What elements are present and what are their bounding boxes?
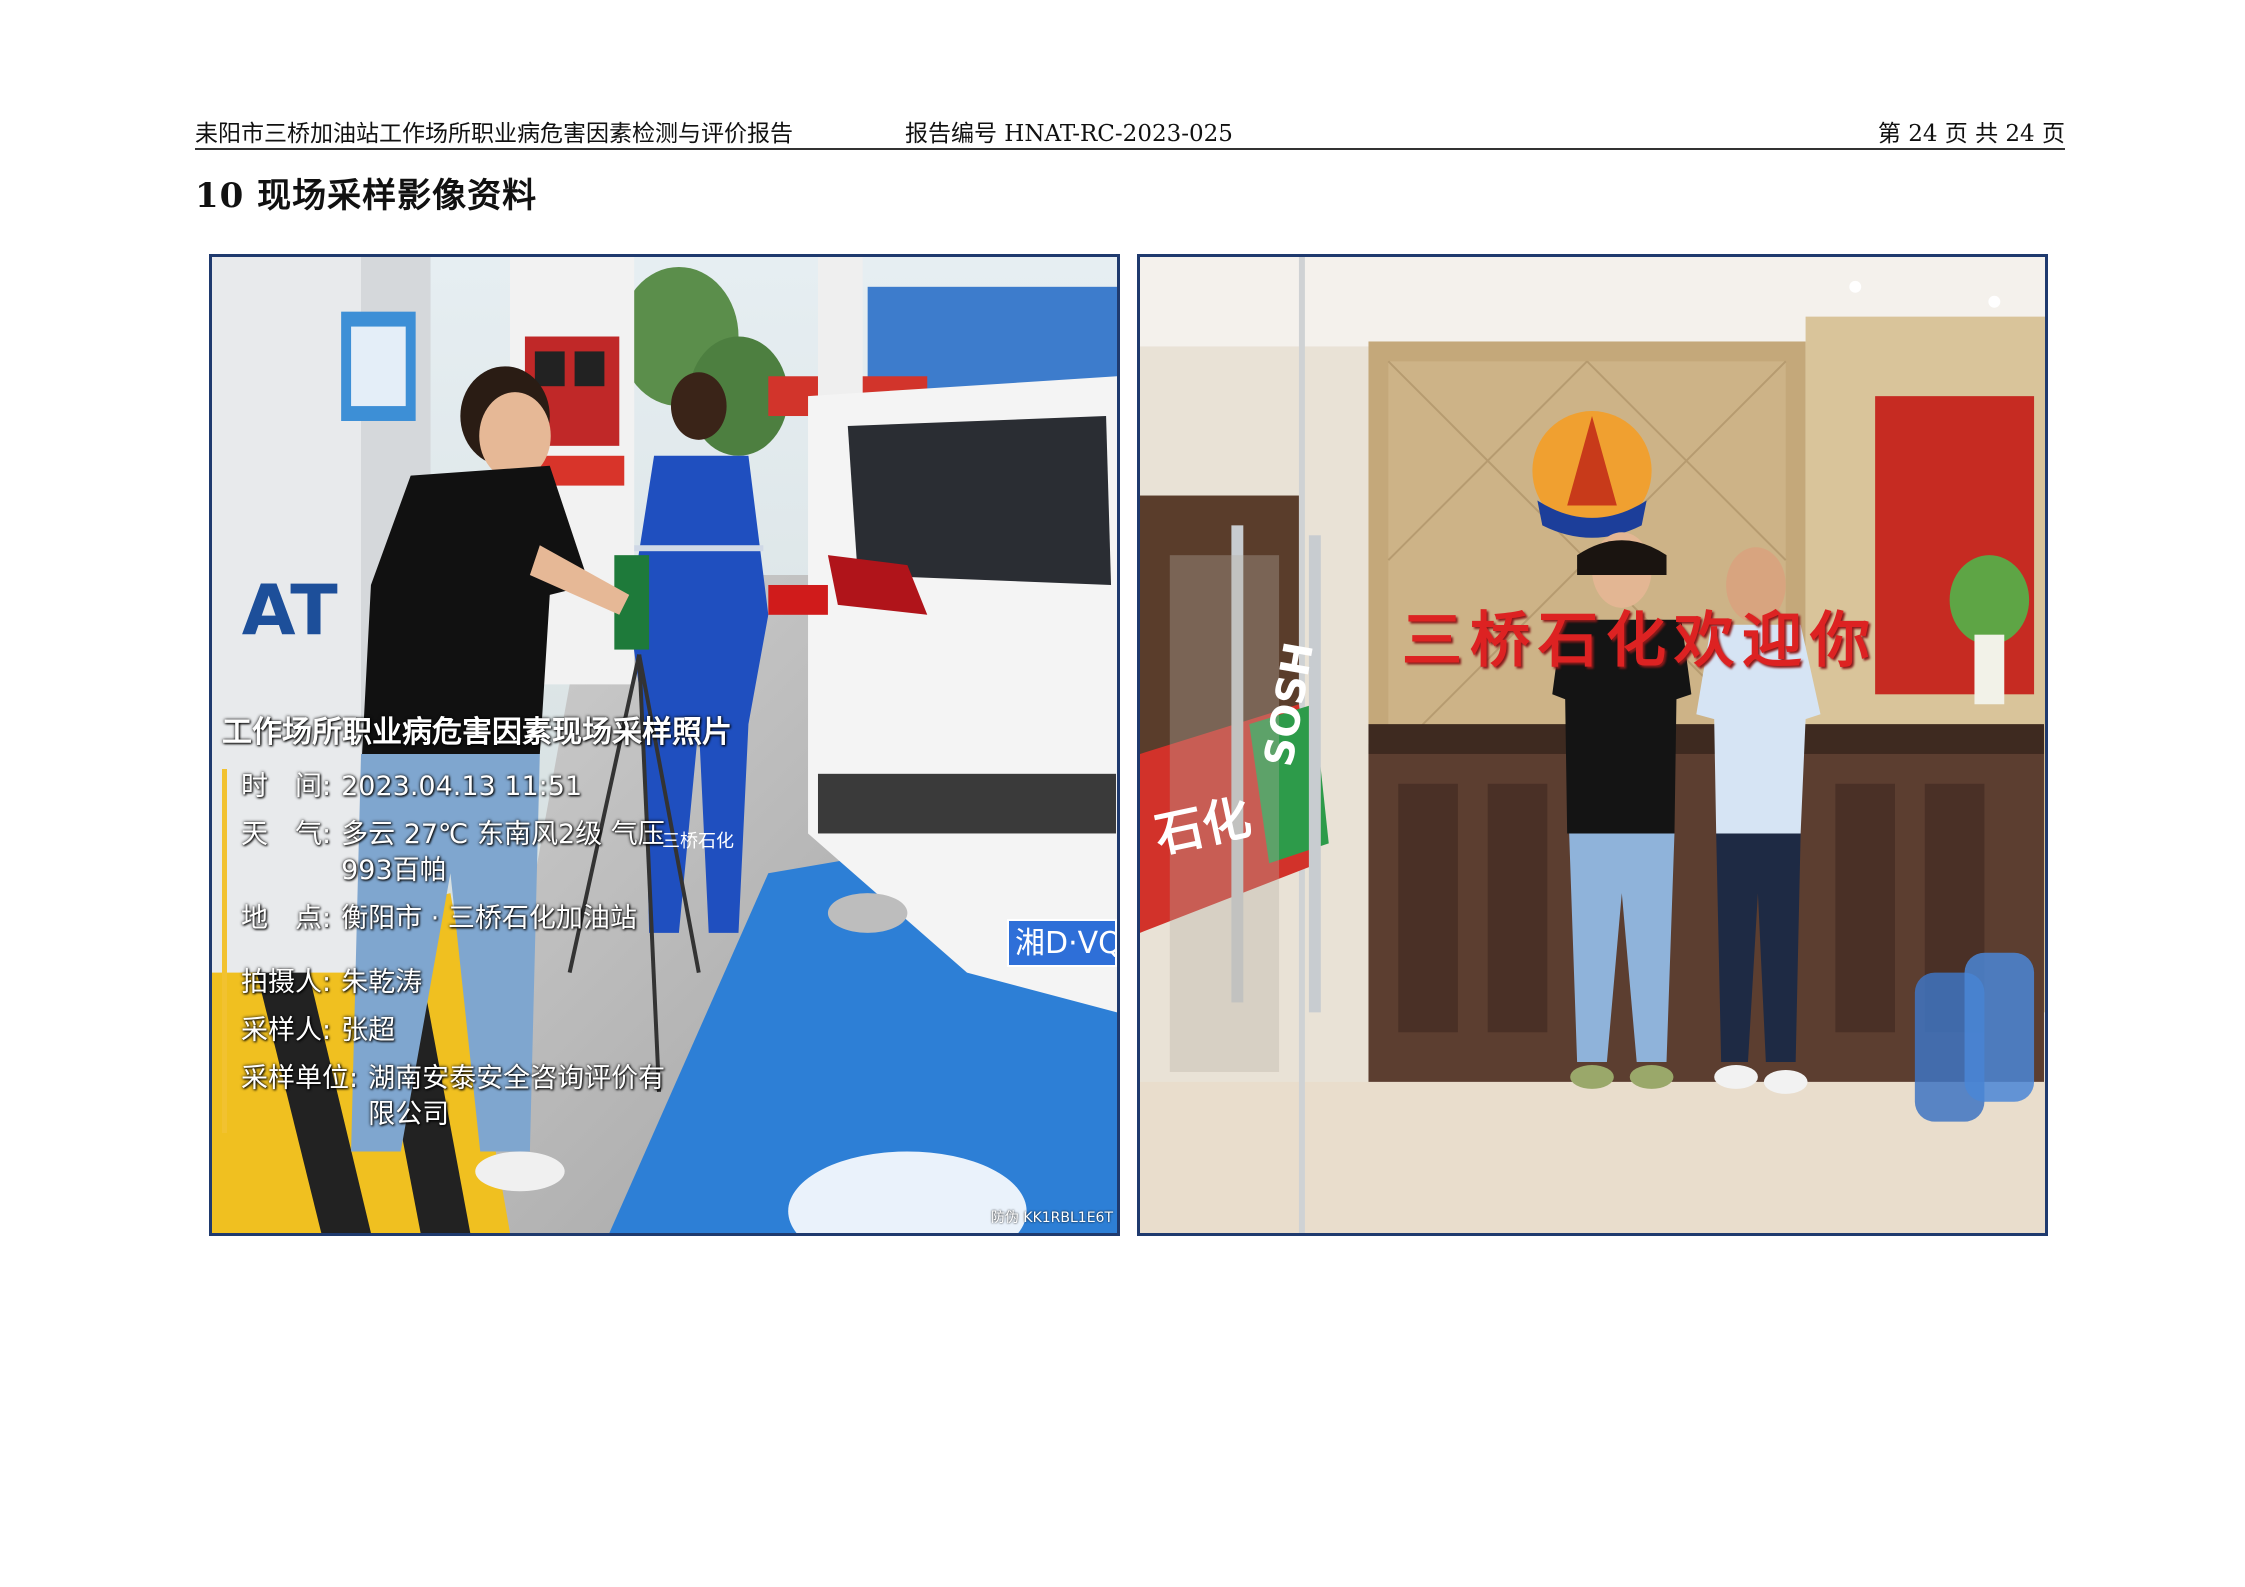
section-title: 10 现场采样影像资料 <box>195 176 538 216</box>
report-code: 报告编号 HNAT-RC-2023-025 <box>905 121 1233 147</box>
sampling-photo-reception: 三桥石化欢迎你 石化 SOSH <box>1137 254 2048 1236</box>
svg-text:AT: AT <box>242 571 338 652</box>
caption-details: 时 间: 2023.04.13 11:51 天 气: 多云 27℃ 东南风2级 … <box>222 769 692 1133</box>
anti-counterfeit-code: 防伪 KK1RBL1E6T <box>990 1210 1113 1226</box>
welcome-sign: 三桥石化欢迎你 <box>1402 606 1878 676</box>
license-plate: 湘D·VQ <box>1007 919 1117 967</box>
sampling-photo-gas-station: AT 湘D·VQ 三桥石化 工作场所职业病危害因素现场采样照片 时 间: 202… <box>209 254 1120 1236</box>
caption-place: 地 点: 衡阳市 · 三桥石化加油站 <box>241 903 637 934</box>
report-title: 耒阳市三桥加油站工作场所职业病危害因素检测与评价报告 <box>195 121 793 147</box>
page-header: 耒阳市三桥加油站工作场所职业病危害因素检测与评价报告 报告编号 HNAT-RC-… <box>195 110 2065 150</box>
photo-caption-overlay: 工作场所职业病危害因素现场采样照片 时 间: 2023.04.13 11:51 … <box>222 707 732 1145</box>
caption-unit: 采样单位: 湖南安泰安全咨询评价有限公司 <box>241 1063 666 1130</box>
caption-weather: 天 气: 多云 27℃ 东南风2级 气压993百帕 <box>241 819 665 886</box>
caption-title: 工作场所职业病危害因素现场采样照片 <box>222 715 732 750</box>
page-number: 第 24 页 共 24 页 <box>1877 121 2065 147</box>
caption-sampler: 采样人: 张超 <box>241 1015 396 1046</box>
caption-time: 时 间: 2023.04.13 11:51 <box>241 771 583 802</box>
caption-photographer: 拍摄人: 朱乾涛 <box>241 967 423 998</box>
